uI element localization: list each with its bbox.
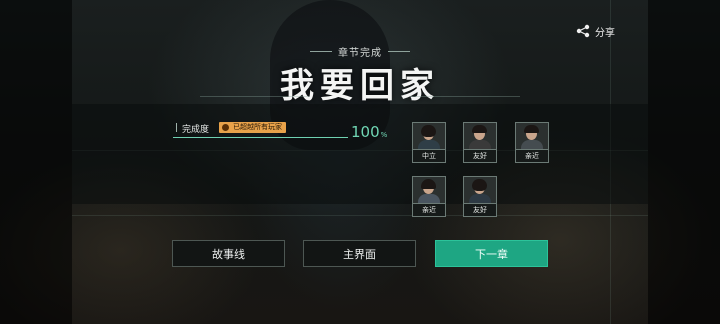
character-portrait — [463, 176, 497, 204]
relation-label: 友好 — [463, 150, 497, 163]
title-underline-right — [410, 96, 520, 97]
subtitle-decoration-right — [388, 51, 410, 52]
badge-text: 已超越所有玩家 — [233, 123, 282, 131]
next-chapter-button[interactable]: 下一章 — [435, 240, 548, 267]
results-panel — [72, 104, 648, 204]
surpassed-badge: 已超越所有玩家 — [219, 122, 286, 133]
share-icon — [576, 24, 590, 38]
character-portrait — [412, 122, 446, 150]
title-underline-left — [200, 96, 310, 97]
chapter-complete-subtitle: 章节完成 — [338, 48, 382, 59]
main-menu-button[interactable]: 主界面 — [303, 240, 416, 267]
character-card[interactable]: 友好 — [463, 176, 497, 217]
character-portrait — [515, 122, 549, 150]
relation-label: 亲近 — [412, 204, 446, 217]
share-button[interactable]: 分享 — [576, 22, 615, 40]
character-card[interactable]: 中立 — [412, 122, 446, 163]
completion-number: 100 — [351, 123, 380, 141]
eye-icon — [222, 124, 229, 131]
share-label: 分享 — [595, 27, 615, 39]
completion-value: 100% — [351, 123, 387, 141]
grid-line — [72, 215, 648, 216]
chapter-title: 我要回家 — [280, 66, 440, 106]
character-portrait — [463, 122, 497, 150]
progress-bar — [173, 137, 348, 138]
relation-label: 友好 — [463, 204, 497, 217]
relation-label: 中立 — [412, 150, 446, 163]
character-card[interactable]: 亲近 — [412, 176, 446, 217]
progress-tick-mark — [176, 123, 177, 132]
story-line-button[interactable]: 故事线 — [172, 240, 285, 267]
completion-label: 完成度 — [182, 125, 210, 135]
relation-label: 亲近 — [515, 150, 549, 163]
completion-unit: % — [380, 131, 388, 139]
character-card[interactable]: 亲近 — [515, 122, 549, 163]
character-card[interactable]: 友好 — [463, 122, 497, 163]
progress-bar-fill — [173, 137, 348, 138]
character-portrait — [412, 176, 446, 204]
